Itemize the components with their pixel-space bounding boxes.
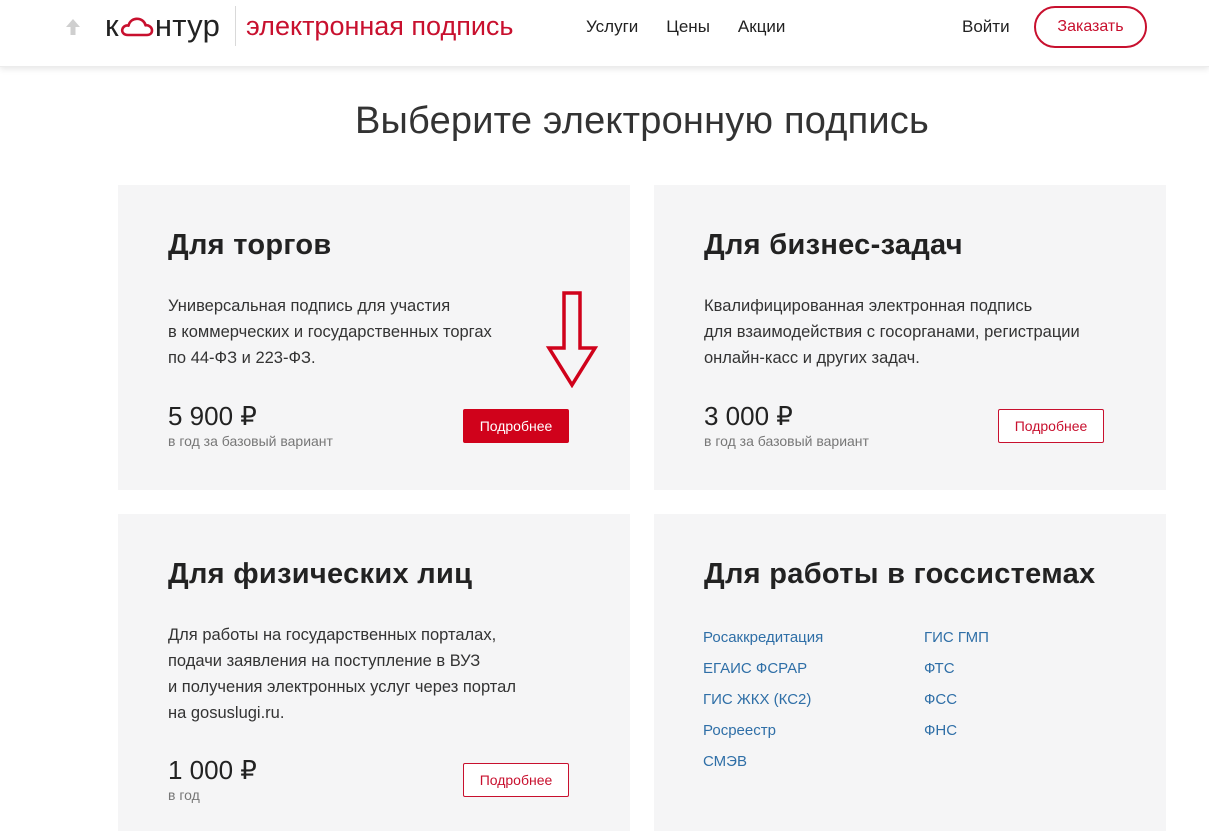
- scroll-up-arrow-icon[interactable]: [64, 17, 82, 37]
- kontur-logo[interactable]: к нтур: [105, 8, 220, 44]
- card-price-note: в год за базовый вариант: [704, 433, 869, 449]
- card-description-line: Для работы на государственных порталах,: [168, 626, 497, 644]
- card-description-line: онлайн-касс и других задач.: [704, 349, 920, 367]
- card-gov-systems: Для работы в госсистемах Росаккредитация…: [654, 514, 1166, 831]
- more-details-button[interactable]: Подробнее: [998, 409, 1104, 443]
- card-description: Универсальная подпись для участия в комм…: [168, 293, 492, 371]
- login-link[interactable]: Войти: [962, 17, 1010, 37]
- card-price: 1 000 ₽: [168, 755, 257, 785]
- card-description-line: для взаимодействия с госорганами, регист…: [704, 323, 1080, 341]
- logo-divider: [235, 6, 236, 46]
- card-description-line: и получения электронных услуг через порт…: [168, 678, 516, 696]
- gov-system-link[interactable]: Росреестр: [703, 721, 823, 752]
- card-description: Для работы на государственных порталах, …: [168, 622, 516, 726]
- page-title: Выберите электронную подпись: [354, 100, 930, 142]
- nav-item-promotions[interactable]: Акции: [738, 17, 786, 37]
- cloud-logo-icon: [120, 17, 154, 37]
- card-price-note: в год: [168, 787, 200, 803]
- card-description-line: по 44-ФЗ и 223-ФЗ.: [168, 349, 316, 367]
- card-business: Для бизнес-задач Квалифицированная элект…: [654, 185, 1166, 490]
- gov-system-link[interactable]: ФНС: [924, 721, 989, 752]
- gov-system-link[interactable]: Росаккредитация: [703, 628, 823, 659]
- card-description-line: Универсальная подпись для участия: [168, 297, 451, 315]
- gov-systems-links-col2: ГИС ГМП ФТС ФСС ФНС: [924, 628, 989, 752]
- card-price-note: в год за базовый вариант: [168, 433, 333, 449]
- card-title: Для бизнес-задач: [704, 229, 963, 261]
- gov-system-link[interactable]: ГИС ГМП: [924, 628, 989, 659]
- order-button[interactable]: Заказать: [1034, 6, 1147, 48]
- card-description: Квалифицированная электронная подпись дл…: [704, 293, 1080, 371]
- card-title: Для торгов: [168, 229, 332, 261]
- card-description-line: Квалифицированная электронная подпись: [704, 297, 1033, 315]
- card-description-line: в коммерческих и государственных торгах: [168, 323, 492, 341]
- logo-text-right: нтур: [154, 8, 221, 43]
- gov-system-link[interactable]: ФТС: [924, 659, 989, 690]
- gov-system-link[interactable]: ГИС ЖКХ (КС2): [703, 690, 823, 721]
- gov-system-link[interactable]: ФСС: [924, 690, 989, 721]
- card-description-line: на gosuslugi.ru.: [168, 704, 285, 722]
- card-title: Для физических лиц: [168, 558, 473, 590]
- gov-system-link[interactable]: ЕГАИС ФСРАР: [703, 659, 823, 690]
- card-price: 3 000 ₽: [704, 401, 793, 431]
- more-details-button[interactable]: Подробнее: [463, 763, 569, 797]
- nav-item-prices[interactable]: Цены: [666, 17, 710, 37]
- gov-system-link[interactable]: СМЭВ: [703, 752, 823, 783]
- site-header: к нтур электронная подпись Услуги Цены А…: [0, 0, 1209, 67]
- more-details-button[interactable]: Подробнее: [463, 409, 569, 443]
- card-title: Для работы в госсистемах: [704, 558, 1096, 590]
- main-nav: Услуги Цены Акции: [586, 17, 785, 37]
- logo-text-left: к: [105, 8, 119, 43]
- gov-systems-links-col1: Росаккредитация ЕГАИС ФСРАР ГИС ЖКХ (КС2…: [703, 628, 823, 783]
- card-price: 5 900 ₽: [168, 401, 257, 431]
- product-title: электронная подпись: [246, 11, 514, 41]
- nav-item-services[interactable]: Услуги: [586, 17, 638, 37]
- card-individuals: Для физических лиц Для работы на государ…: [118, 514, 630, 831]
- down-arrow-annotation-icon: [545, 291, 599, 388]
- card-description-line: подачи заявления на поступление в ВУЗ: [168, 652, 481, 670]
